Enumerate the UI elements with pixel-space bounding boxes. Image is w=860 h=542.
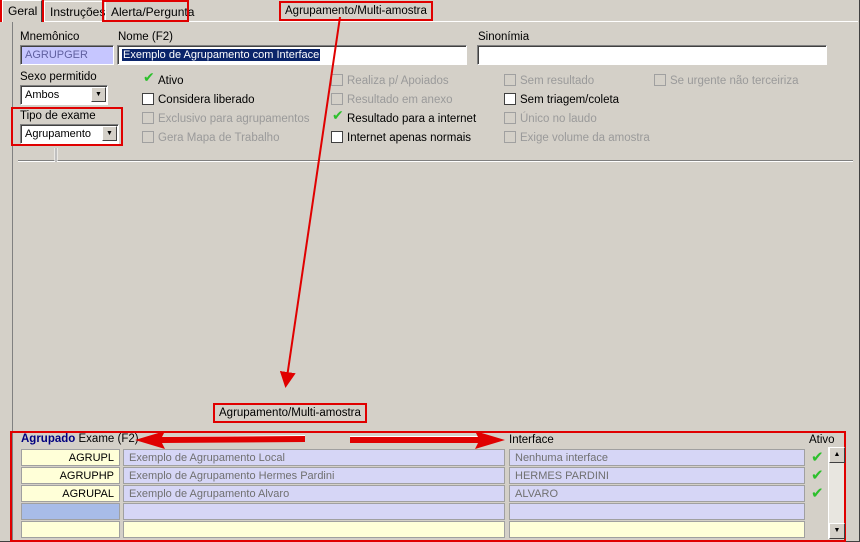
tab-geral[interactable]: Geral — [2, 0, 42, 22]
arrow-left — [135, 431, 305, 449]
arrow-top-to-middle — [279, 16, 341, 388]
arrow-right — [350, 431, 505, 449]
annotation-arrows — [54, 16, 505, 449]
